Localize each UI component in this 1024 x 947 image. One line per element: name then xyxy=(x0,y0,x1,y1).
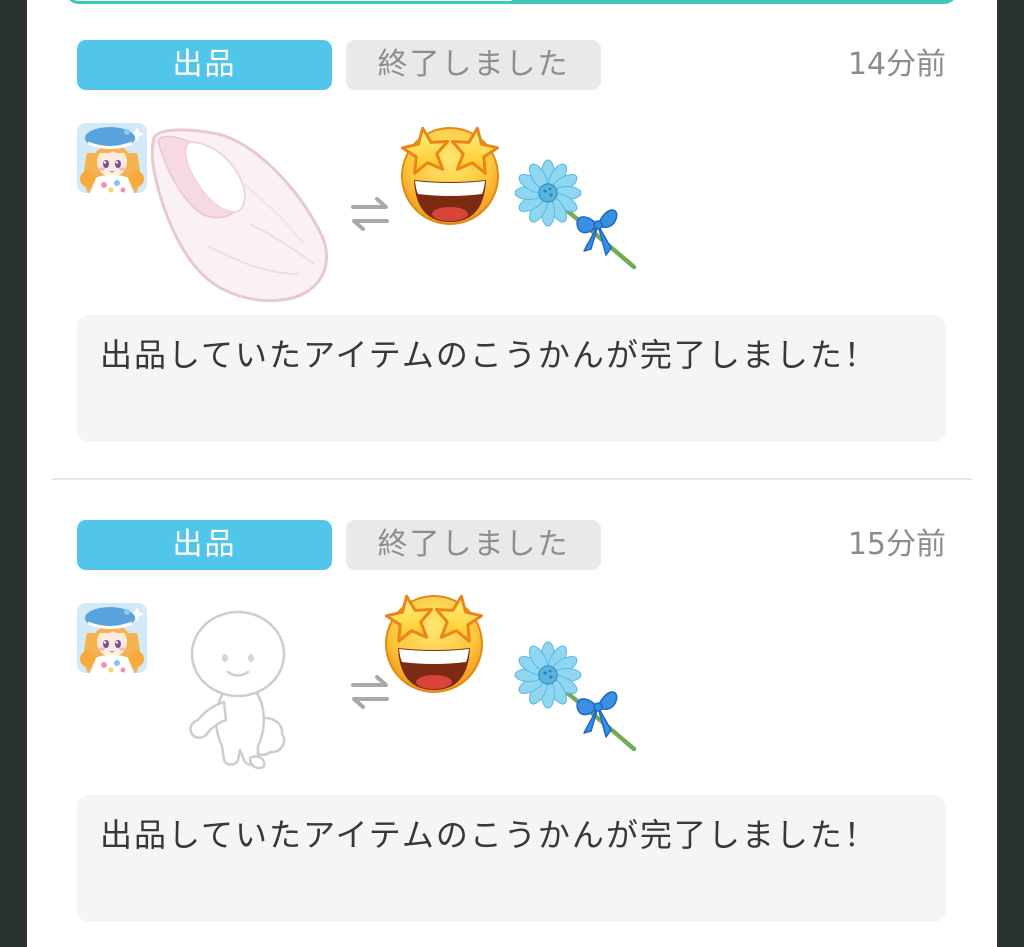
user-avatar-icon xyxy=(77,123,147,193)
exchange-arrows-icon xyxy=(350,194,390,232)
star-struck-emoji-icon xyxy=(400,125,500,224)
screen: 出品 終了しました 14分前 出品していたアイテムのこうかんが完了しました！ 出… xyxy=(0,0,1024,947)
star-struck-emoji-icon xyxy=(384,593,484,692)
message-text: 出品していたアイテムのこうかんが完了しました！ xyxy=(100,336,878,374)
timestamp: 14分前 xyxy=(847,47,946,82)
user-avatar-icon[interactable] xyxy=(77,603,147,673)
user-avatar-icon xyxy=(77,603,147,673)
pink-bib-icon xyxy=(148,124,330,302)
message-text: 出品していたアイテムのこうかんが完了しました！ xyxy=(100,816,878,854)
blue-flower-icon xyxy=(515,642,634,749)
blue-flower-icon xyxy=(514,155,638,271)
exchange-arrows-icon xyxy=(353,199,387,229)
type-badge: 出品 xyxy=(77,520,332,570)
star-struck-emoji-icon xyxy=(394,116,506,228)
notification-item[interactable]: 出品 終了しました 15分前 出品していたアイテムのこうかんが完了しました！ xyxy=(0,480,1024,940)
notification-item[interactable]: 出品 終了しました 14分前 出品していたアイテムのこうかんが完了しました！ xyxy=(0,0,1024,460)
star-struck-emoji-icon xyxy=(378,584,490,696)
pink-bib-icon xyxy=(152,130,326,301)
doll-body-icon xyxy=(180,608,296,770)
user-avatar-icon[interactable] xyxy=(77,123,147,193)
blue-flower-icon xyxy=(514,637,638,753)
timestamp: 15分前 xyxy=(847,527,946,562)
type-badge: 出品 xyxy=(77,40,332,90)
message-box: 出品していたアイテムのこうかんが完了しました！ xyxy=(77,315,946,442)
blue-flower-icon xyxy=(515,160,634,267)
message-box: 出品していたアイテムのこうかんが完了しました！ xyxy=(77,795,946,922)
status-badge: 終了しました xyxy=(346,520,601,570)
status-badge: 終了しました xyxy=(346,40,601,90)
doll-body-icon xyxy=(190,612,284,768)
